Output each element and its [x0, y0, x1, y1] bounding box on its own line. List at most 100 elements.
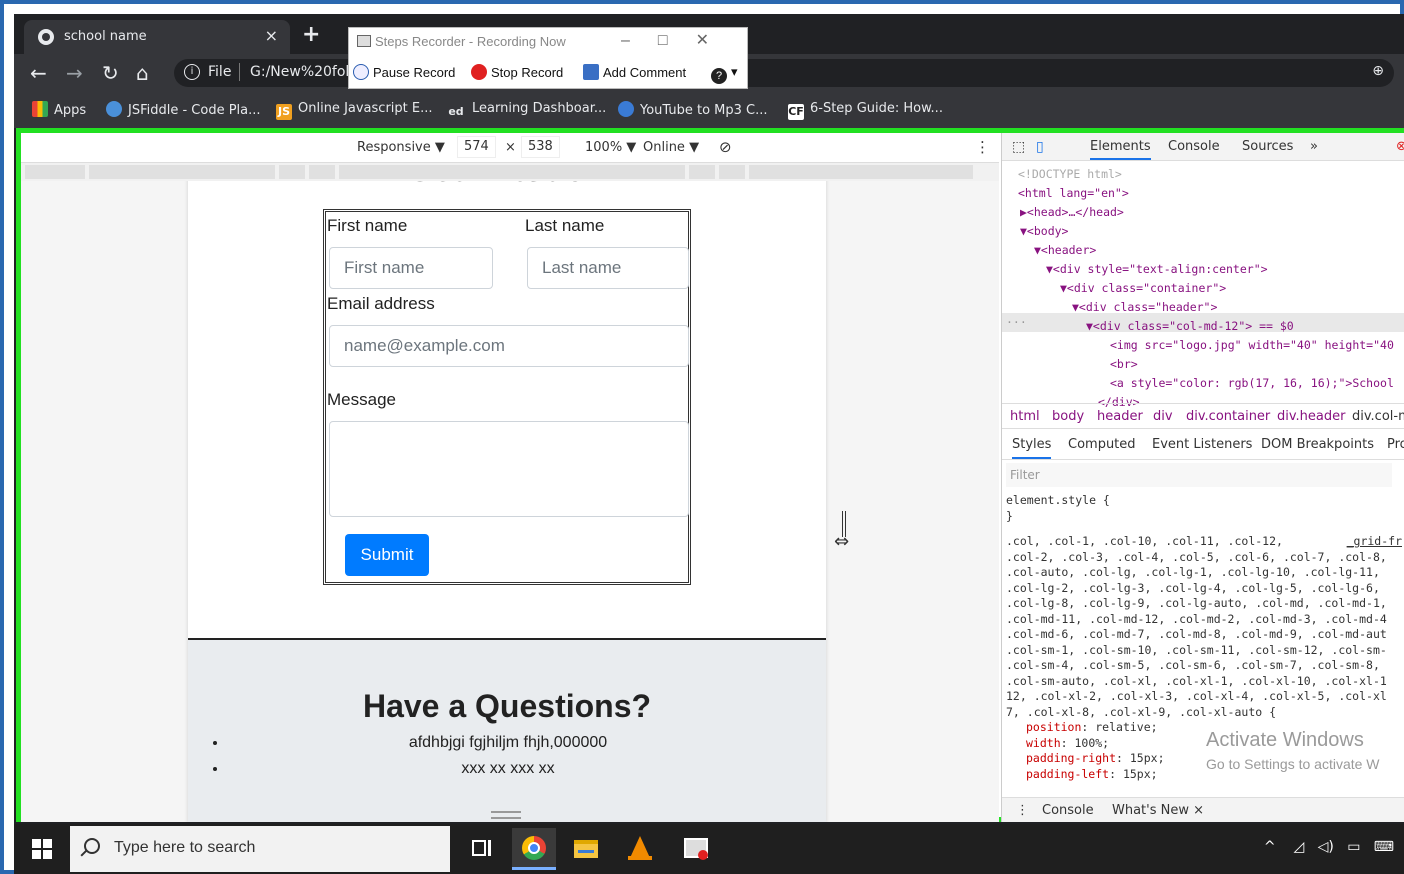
dom-line[interactable]: ▼<header> — [1034, 241, 1096, 260]
zoom-select[interactable]: 100% ▼ — [585, 140, 636, 155]
tab-computed[interactable]: Computed — [1068, 437, 1136, 452]
rotate-icon[interactable]: ⊘ — [719, 138, 732, 156]
window-controls[interactable]: –□✕ — [621, 30, 737, 50]
youtube-mp3-icon — [618, 101, 634, 117]
bookmark-youtube-mp3[interactable]: YouTube to Mp3 C... — [618, 101, 768, 118]
bookmark-jsfiddle[interactable]: JSFiddle - Code Pla... — [106, 101, 261, 118]
zoom-icon[interactable]: ⊕ — [1372, 63, 1384, 79]
breadcrumb-item[interactable]: div — [1153, 409, 1173, 424]
email-input[interactable]: name@example.com — [329, 325, 689, 367]
drawer-tab-whats-new[interactable]: What's New × — [1112, 803, 1204, 818]
browser-tab[interactable]: school name × — [24, 20, 290, 54]
media-query-segment[interactable] — [339, 165, 685, 179]
tab-sources[interactable]: Sources — [1242, 139, 1293, 154]
breadcrumb-item[interactable]: div.container — [1186, 409, 1270, 424]
dom-line[interactable]: <!DOCTYPE html> — [1018, 165, 1122, 184]
reload-icon[interactable]: ↻ — [102, 61, 119, 85]
inspect-icon[interactable]: ⬚ — [1012, 139, 1025, 155]
media-query-segment[interactable] — [719, 165, 745, 179]
dom-line[interactable]: ▼<body> — [1020, 222, 1068, 241]
vlc-icon[interactable] — [618, 828, 662, 870]
dom-line[interactable]: ▼<div class="header"> — [1072, 298, 1217, 317]
more-options-icon[interactable]: ⋮ — [975, 138, 990, 156]
steps-recorder-window: Steps Recorder - Recording Now –□✕ Pause… — [348, 27, 748, 89]
dom-line[interactable]: ▼<div class="container"> — [1060, 279, 1226, 298]
styles-filter-input[interactable]: Filter — [1006, 463, 1392, 487]
drawer-tab-console[interactable]: Console — [1042, 803, 1094, 818]
tab-elements[interactable]: Elements — [1090, 139, 1151, 160]
volume-icon[interactable]: ◁) — [1318, 839, 1334, 855]
media-query-segment[interactable] — [25, 165, 85, 179]
tab-styles[interactable]: Styles — [1012, 437, 1052, 459]
network-throttle-select[interactable]: Online ▼ — [643, 140, 699, 155]
address-url[interactable]: G:/New%20fol — [250, 64, 349, 80]
task-view-icon[interactable] — [460, 828, 504, 870]
bookmark-apps[interactable]: Apps — [32, 101, 86, 118]
tab-properties[interactable]: Pro — [1387, 437, 1404, 452]
breadcrumb-item[interactable]: body — [1052, 409, 1084, 424]
media-query-segment[interactable] — [689, 165, 715, 179]
steps-recorder-taskbar-icon[interactable] — [674, 828, 718, 870]
stop-record-button[interactable]: Stop Record — [471, 64, 563, 80]
keyboard-icon[interactable]: ⌨ — [1374, 839, 1394, 855]
device-width-input[interactable]: 574 — [457, 136, 496, 158]
close-tab-icon[interactable]: × — [265, 26, 278, 45]
message-label: Message — [327, 390, 396, 409]
submit-button[interactable]: Submit — [345, 534, 429, 576]
help-button[interactable]: ? ▾ — [711, 64, 738, 84]
tab-console[interactable]: Console — [1168, 139, 1220, 154]
dom-line-selected[interactable]: ▼<div class="col-md-12"> == $0 — [1086, 317, 1294, 336]
tab-dom-breakpoints[interactable]: DOM Breakpoints — [1261, 437, 1374, 452]
breadcrumb-item[interactable]: div.col-m — [1352, 409, 1404, 424]
style-source-link[interactable]: _grid-fr — [1347, 534, 1402, 550]
chevron-up-icon[interactable]: ^ — [1264, 839, 1276, 855]
bottom-resize-grip[interactable] — [491, 811, 521, 819]
media-query-segment[interactable] — [89, 165, 275, 179]
network-icon[interactable]: ◿ — [1293, 839, 1304, 855]
dom-line[interactable]: <a style="color: rgb(17, 16, 16);">Schoo… — [1110, 374, 1394, 393]
battery-icon[interactable]: ▭ — [1347, 839, 1360, 855]
home-icon[interactable]: ⌂ — [136, 61, 149, 85]
bookmark-learning-dashboard[interactable]: ed Learning Dashboar... — [446, 101, 606, 120]
media-query-segment[interactable] — [749, 165, 973, 179]
add-comment-button[interactable]: Add Comment — [583, 64, 686, 80]
more-tabs-icon[interactable]: » — [1310, 139, 1318, 154]
breadcrumb-item[interactable]: html — [1010, 409, 1040, 424]
dom-line[interactable]: <br> — [1110, 355, 1138, 374]
chrome-taskbar-icon[interactable] — [512, 828, 556, 870]
device-mode-select[interactable]: Responsive ▼ — [357, 140, 445, 155]
message-textarea[interactable] — [329, 421, 689, 517]
drawer-menu-icon[interactable]: ⋮ — [1016, 803, 1029, 818]
last-name-label: Last name — [525, 216, 605, 235]
breadcrumb-item[interactable]: header — [1097, 409, 1143, 424]
new-tab-button[interactable]: + — [302, 22, 320, 47]
selector-line: .col-md-6, .col-md-7, .col-md-8, .col-md… — [1006, 627, 1387, 641]
taskbar-search-box[interactable]: Type here to search — [70, 826, 450, 872]
breadcrumb-item[interactable]: div.header — [1277, 409, 1345, 424]
device-toggle-icon[interactable]: ▯ — [1036, 139, 1044, 155]
resize-handle[interactable]: ⇔ — [831, 511, 861, 552]
first-name-input[interactable]: First name — [329, 247, 493, 289]
info-icon[interactable]: i — [184, 64, 200, 80]
windows-start-icon[interactable] — [32, 839, 52, 859]
bookmark-6-step-guide[interactable]: CF 6-Step Guide: How... — [788, 101, 943, 120]
dom-line[interactable]: ▼<div style="text-align:center"> — [1046, 260, 1268, 279]
media-query-segment[interactable] — [279, 165, 305, 179]
media-query-segment[interactable] — [309, 165, 335, 179]
pause-record-button[interactable]: Pause Record — [353, 64, 455, 80]
last-name-input[interactable]: Last name — [527, 247, 689, 289]
tab-event-listeners[interactable]: Event Listeners — [1152, 437, 1252, 452]
questions-heading: Have a Questions? — [362, 688, 652, 724]
error-icon[interactable]: ⊗ — [1396, 139, 1404, 154]
media-query-bar — [21, 163, 999, 181]
file-explorer-icon[interactable] — [564, 828, 608, 870]
dom-line[interactable]: <img src="logo.jpg" width="40" height="4… — [1110, 336, 1394, 355]
bookmark-online-js[interactable]: JS Online Javascript E... — [276, 101, 433, 120]
dom-line[interactable]: <html lang="en"> — [1018, 184, 1129, 203]
pause-icon — [353, 64, 369, 80]
forward-arrow-icon[interactable]: → — [66, 61, 83, 85]
selector-line: .col-auto, .col-lg, .col-lg-1, .col-lg-1… — [1006, 565, 1380, 579]
dom-line[interactable]: ▶<head>…</head> — [1020, 203, 1124, 222]
device-height-input[interactable]: 538 — [521, 136, 560, 158]
back-arrow-icon[interactable]: ← — [30, 61, 47, 85]
